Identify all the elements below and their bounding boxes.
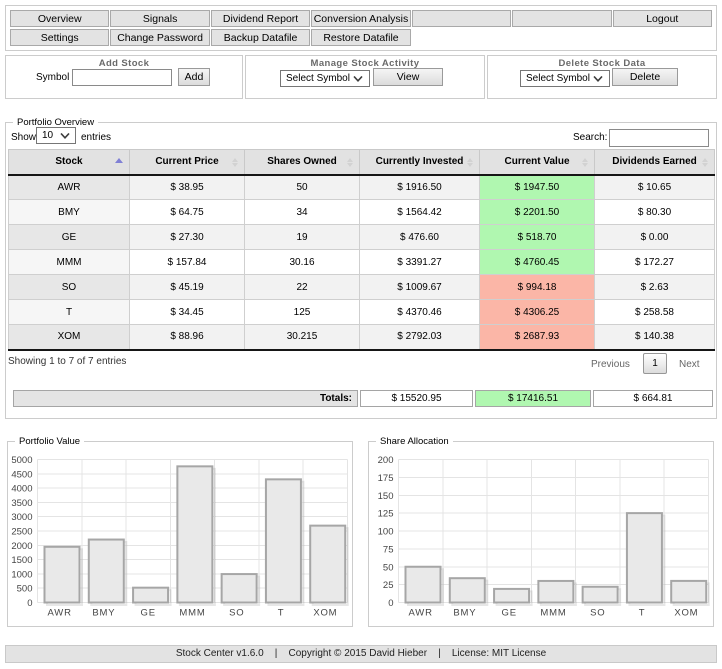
svg-text:3000: 3000 [11,512,32,523]
svg-text:500: 500 [17,584,33,595]
svg-text:AWR: AWR [409,608,433,619]
svg-text:0: 0 [388,598,393,609]
svg-text:175: 175 [378,473,394,484]
svg-text:BMY: BMY [92,608,115,619]
svg-text:5000: 5000 [11,455,32,466]
svg-text:2000: 2000 [11,541,32,552]
svg-text:SO: SO [229,608,244,619]
svg-text:100: 100 [378,527,394,538]
svg-text:MMM: MMM [540,608,566,619]
svg-text:4500: 4500 [11,469,32,480]
svg-text:1000: 1000 [11,569,32,580]
svg-text:AWR: AWR [48,608,72,619]
svg-text:75: 75 [383,544,394,555]
svg-text:25: 25 [383,580,394,591]
svg-text:200: 200 [378,455,394,466]
svg-text:3500: 3500 [11,498,32,509]
svg-text:T: T [278,608,285,619]
svg-text:0: 0 [27,598,32,609]
svg-text:BMY: BMY [453,608,476,619]
svg-text:XOM: XOM [313,608,337,619]
svg-text:XOM: XOM [674,608,698,619]
svg-text:SO: SO [590,608,605,619]
svg-text:4000: 4000 [11,484,32,495]
svg-text:125: 125 [378,509,394,520]
svg-text:2500: 2500 [11,527,32,538]
svg-text:1500: 1500 [11,555,32,566]
svg-text:GE: GE [141,608,156,619]
svg-text:MMM: MMM [179,608,205,619]
svg-text:150: 150 [378,491,394,502]
svg-text:T: T [639,608,646,619]
svg-text:50: 50 [383,562,394,573]
svg-text:GE: GE [502,608,517,619]
